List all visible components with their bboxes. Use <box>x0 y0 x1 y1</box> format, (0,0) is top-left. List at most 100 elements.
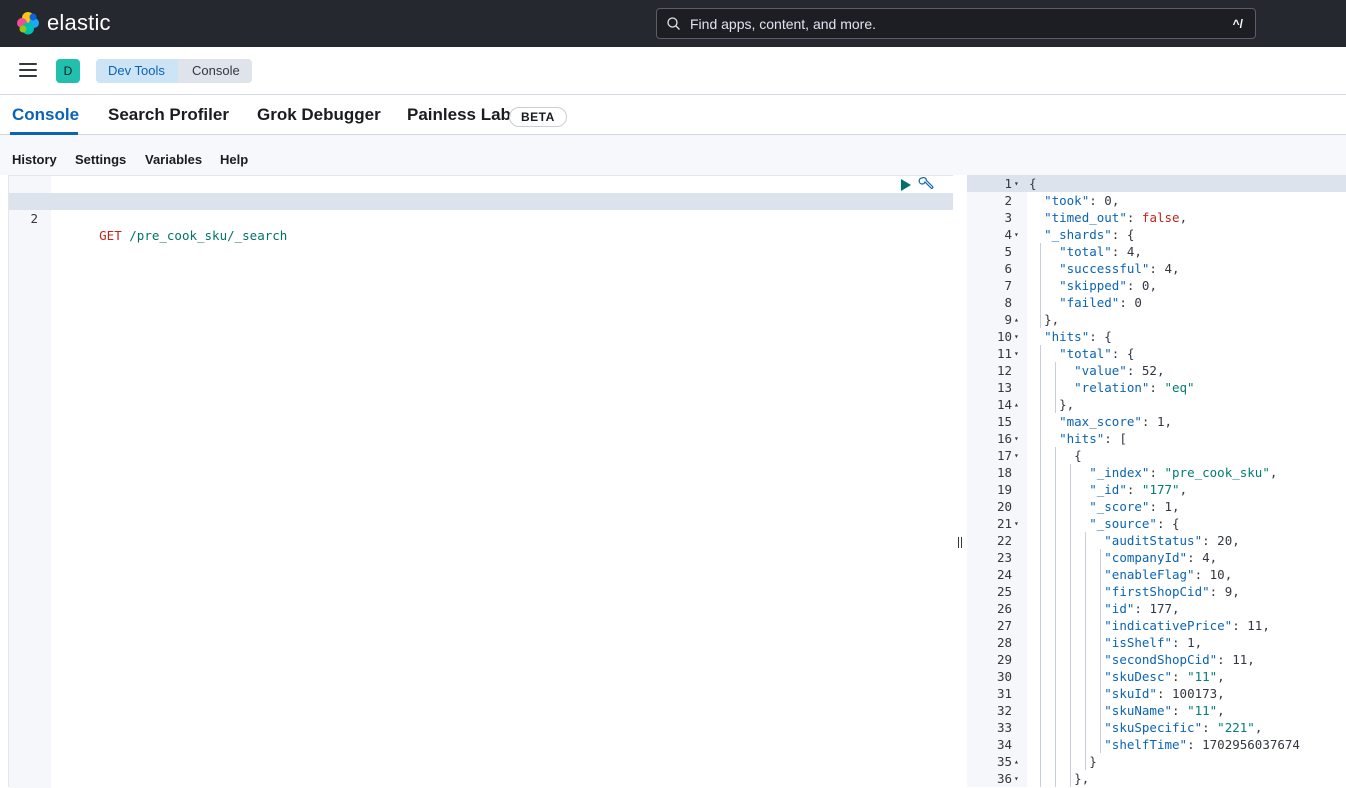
tab-search-profiler[interactable]: Search Profiler <box>108 105 229 125</box>
response-line: 3 "timed_out": false, <box>967 209 1346 226</box>
response-code: "took": 0, <box>1029 192 1119 209</box>
resize-handle[interactable] <box>958 537 962 548</box>
response-line: 10▾ "hits": { <box>967 328 1346 345</box>
response-line: 14▴ }, <box>967 396 1346 413</box>
fold-open-icon[interactable]: ▾ <box>1014 345 1019 362</box>
global-search[interactable]: ^/ <box>656 8 1256 39</box>
response-line: 21▾ "_source": { <box>967 515 1346 532</box>
response-code: "successful": 4, <box>1029 260 1180 277</box>
request-editor[interactable]: 1 GET /pre_cook_sku/_search 2 <box>8 175 953 787</box>
response-line: 32 "skuName": "11", <box>967 702 1346 719</box>
response-line: 33 "skuSpecific": "221", <box>967 719 1346 736</box>
response-code: "enableFlag": 10, <box>1029 566 1232 583</box>
fold-close-icon[interactable]: ▴ <box>1014 396 1019 413</box>
tab-painless-lab[interactable]: Painless Lab <box>407 105 511 125</box>
wrench-icon[interactable] <box>918 176 934 192</box>
line-number: 33 <box>967 719 1012 736</box>
response-code: }, <box>1029 311 1059 328</box>
response-code: "_id": "177", <box>1029 481 1187 498</box>
response-code: "auditStatus": 20, <box>1029 532 1240 549</box>
response-output[interactable]: 1▾{2 "took": 0,3 "timed_out": false,4▾ "… <box>967 175 1346 787</box>
response-code: "secondShopCid": 11, <box>1029 651 1255 668</box>
breadcrumb-bar: D Dev Tools Console <box>0 47 1346 95</box>
settings-button[interactable]: Settings <box>75 152 126 167</box>
fold-open-icon[interactable]: ▾ <box>1014 175 1019 192</box>
response-line: 19 "_id": "177", <box>967 481 1346 498</box>
line-number: 35 <box>967 753 1012 770</box>
pane-divider <box>953 175 967 787</box>
line-number: 1 <box>967 175 1012 192</box>
fold-open-icon[interactable]: ▾ <box>1014 447 1019 464</box>
history-button[interactable]: History <box>12 152 57 167</box>
response-line: 17▾ { <box>967 447 1346 464</box>
fold-close-icon[interactable]: ▴ <box>1014 311 1019 328</box>
line-number: 8 <box>967 294 1012 311</box>
fold-open-icon[interactable]: ▾ <box>1014 430 1019 447</box>
fold-close-icon[interactable]: ▴ <box>1014 753 1019 770</box>
response-code: "companyId": 4, <box>1029 549 1217 566</box>
response-code: }, <box>1029 396 1074 413</box>
elastic-logo[interactable]: elastic <box>15 10 111 36</box>
line-number: 6 <box>967 260 1012 277</box>
response-code: "skuId": 100173, <box>1029 685 1225 702</box>
line-number: 3 <box>967 209 1012 226</box>
response-line: 24 "enableFlag": 10, <box>967 566 1346 583</box>
response-line: 6 "successful": 4, <box>967 260 1346 277</box>
response-line: 36▾ }, <box>967 770 1346 787</box>
help-button[interactable]: Help <box>220 152 248 167</box>
response-line: 9▴ }, <box>967 311 1346 328</box>
breadcrumb-console: Console <box>178 59 252 83</box>
fold-open-icon[interactable]: ▾ <box>1014 515 1019 532</box>
line-number: 18 <box>967 464 1012 481</box>
console-menu: History Settings Variables Help <box>0 135 1346 175</box>
response-line: 16▾ "hits": [ <box>967 430 1346 447</box>
response-line: 4▾ "_shards": { <box>967 226 1346 243</box>
line-number: 15 <box>967 413 1012 430</box>
send-request-icon[interactable] <box>900 178 912 190</box>
request-method: GET <box>99 228 122 243</box>
line-number: 29 <box>967 651 1012 668</box>
response-code: "indicativePrice": 11, <box>1029 617 1270 634</box>
line-number: 26 <box>967 600 1012 617</box>
elastic-logo-icon <box>15 10 41 36</box>
indent-guide <box>1055 362 1056 413</box>
response-code: "_score": 1, <box>1029 498 1180 515</box>
response-line: 7 "skipped": 0, <box>967 277 1346 294</box>
indent-guide <box>1040 345 1041 787</box>
variables-button[interactable]: Variables <box>145 152 202 167</box>
response-line: 12 "value": 52, <box>967 362 1346 379</box>
response-line: 13 "relation": "eq" <box>967 379 1346 396</box>
fold-open-icon[interactable]: ▾ <box>1014 226 1019 243</box>
request-path: /pre_cook_sku/_search <box>129 228 287 243</box>
line-number: 31 <box>967 685 1012 702</box>
response-code: { <box>1029 175 1037 192</box>
breadcrumb-dev-tools[interactable]: Dev Tools <box>96 59 179 83</box>
line-number: 25 <box>967 583 1012 600</box>
response-line: 29 "secondShopCid": 11, <box>967 651 1346 668</box>
search-input[interactable] <box>690 16 1210 32</box>
line-number: 12 <box>967 362 1012 379</box>
menu-toggle-icon[interactable] <box>19 63 37 77</box>
line-number: 27 <box>967 617 1012 634</box>
line-number: 32 <box>967 702 1012 719</box>
response-line: 27 "indicativePrice": 11, <box>967 617 1346 634</box>
line-number: 9 <box>967 311 1012 328</box>
response-code: "id": 177, <box>1029 600 1180 617</box>
top-header: elastic ^/ <box>0 0 1346 47</box>
tab-console[interactable]: Console <box>12 105 79 125</box>
response-code: "total": 4, <box>1029 243 1142 260</box>
fold-open-icon[interactable]: ▾ <box>1014 770 1019 787</box>
response-line: 35▴ } <box>967 753 1346 770</box>
fold-open-icon[interactable]: ▾ <box>1014 328 1019 345</box>
line-number: 7 <box>967 277 1012 294</box>
space-avatar[interactable]: D <box>56 59 80 83</box>
response-code: "total": { <box>1029 345 1134 362</box>
line-number: 5 <box>967 243 1012 260</box>
response-line: 28 "isShelf": 1, <box>967 634 1346 651</box>
response-line: 11▾ "total": { <box>967 345 1346 362</box>
line-number: 34 <box>967 736 1012 753</box>
indent-guide <box>1070 464 1071 787</box>
line-number: 36 <box>967 770 1012 787</box>
tab-grok-debugger[interactable]: Grok Debugger <box>257 105 381 125</box>
line-number: 22 <box>967 532 1012 549</box>
